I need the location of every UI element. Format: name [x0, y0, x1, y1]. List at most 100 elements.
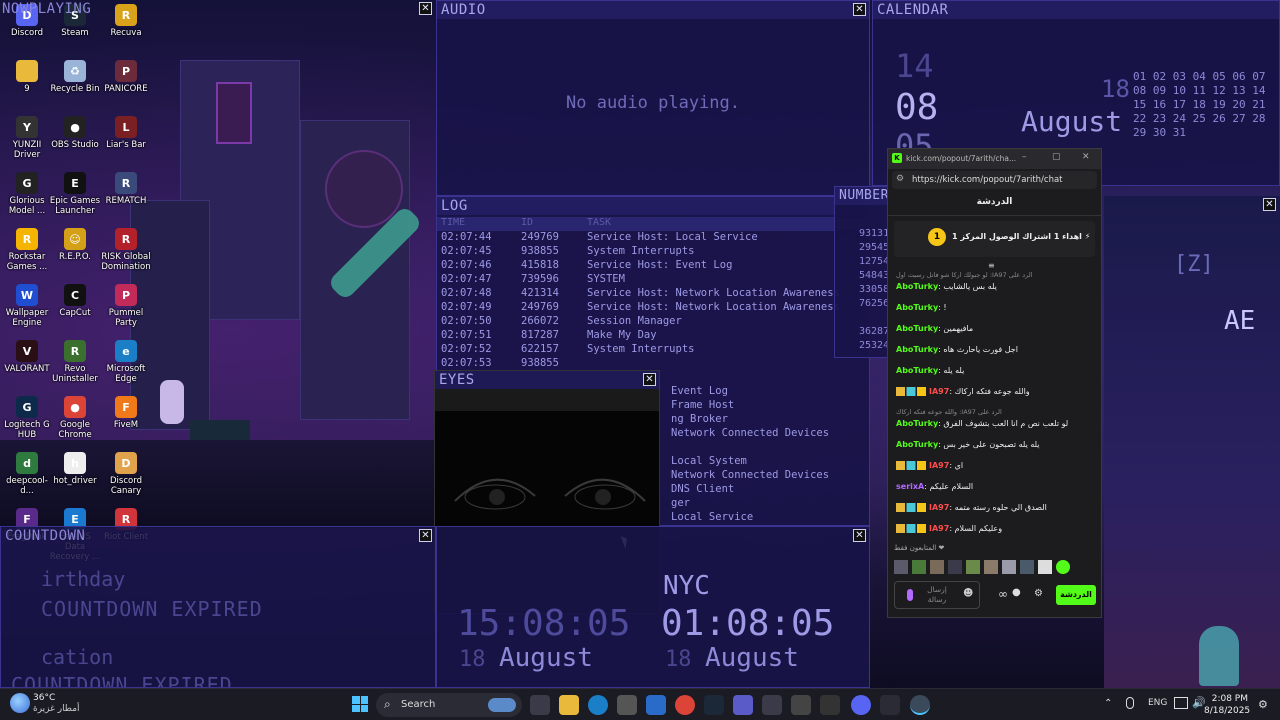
chat-username[interactable]: IA97: [929, 524, 949, 533]
close-icon[interactable]: ✕: [419, 2, 432, 15]
close-icon[interactable]: ✕: [853, 529, 866, 542]
desktop-icon[interactable]: E Epic Games Launcher: [48, 172, 102, 216]
menu-icon[interactable]: ≡: [988, 261, 995, 270]
desktop-icon[interactable]: F FiveM: [99, 396, 153, 430]
avatar[interactable]: [966, 560, 980, 574]
minimize-icon[interactable]: –: [1022, 152, 1027, 162]
desktop-icon[interactable]: d deepcool-d...: [0, 452, 54, 496]
chat-message[interactable]: serixA: السلام عليكم: [896, 482, 1093, 491]
chat-message[interactable]: AboTurky: اجل فورت ياحارث هاه: [896, 345, 1093, 354]
taskbar-date[interactable]: 8/18/2025: [1204, 706, 1250, 716]
notifications-icon[interactable]: ⚙: [1258, 698, 1268, 711]
desktop-icon[interactable]: ☺ R.E.P.O.: [48, 228, 102, 262]
chat-message[interactable]: AboTurky: يله يله تصبحون على خير بس: [896, 440, 1093, 449]
active-app-icon[interactable]: [910, 695, 930, 715]
pinned-message[interactable]: 1 اهداء 1 اشتراك الوصول المركز 1 ⚡: [894, 221, 1095, 257]
close-icon[interactable]: ✕: [419, 529, 432, 542]
microphone-icon[interactable]: [1126, 697, 1134, 709]
avatar[interactable]: [912, 560, 926, 574]
chat-message[interactable]: IA97: والله جوعه فتكه اركاك: [896, 387, 1093, 396]
close-icon[interactable]: ✕: [643, 373, 656, 386]
desktop-icon[interactable]: D Discord Canary: [99, 452, 153, 496]
chrome-icon[interactable]: [675, 695, 695, 715]
desktop-icon[interactable]: R REMATCH: [99, 172, 153, 206]
desktop-icon[interactable]: R Rockstar Games ...: [0, 228, 54, 272]
store-icon[interactable]: [762, 695, 782, 715]
chat-message[interactable]: AboTurky: مافيهمين: [896, 324, 1093, 333]
avatar[interactable]: [1002, 560, 1016, 574]
desktop-icon[interactable]: G Logitech G HUB: [0, 396, 54, 440]
language-indicator[interactable]: ENG: [1148, 698, 1167, 708]
desktop-icon[interactable]: L Liar's Bar: [99, 116, 153, 150]
avatar[interactable]: [1056, 560, 1070, 574]
chat-reply-context[interactable]: الرد على IA97: والله جوعه فتكه اركاك: [896, 408, 1093, 416]
desktop-icon[interactable]: W Wallpaper Engine: [0, 284, 54, 328]
outlook-icon[interactable]: [646, 695, 666, 715]
desktop-icon[interactable]: V VALORANT: [0, 340, 54, 374]
desktop-icon[interactable]: C CapCut: [48, 284, 102, 318]
desktop-icon[interactable]: R Revo Uninstaller: [48, 340, 102, 384]
avatar[interactable]: [894, 560, 908, 574]
search-box[interactable]: ⌕ Search: [376, 693, 522, 717]
chat-username[interactable]: IA97: [929, 503, 949, 512]
maximize-icon[interactable]: ▢: [1052, 152, 1061, 162]
desktop-icon[interactable]: ● OBS Studio: [48, 116, 102, 150]
chat-reply-context[interactable]: الرد على IA97: لو جبولك ارکا شو فاتل رسی…: [896, 271, 1093, 279]
start-button[interactable]: [352, 696, 368, 712]
desktop-icon[interactable]: ♻ Recycle Bin: [48, 60, 102, 94]
chat-username[interactable]: AboTurky: [896, 366, 938, 375]
chat-message[interactable]: AboTurky: يله بس يالشايب: [896, 282, 1093, 291]
settings-icon[interactable]: ⚙: [1034, 588, 1043, 599]
network-icon[interactable]: [1174, 697, 1188, 709]
chat-username[interactable]: AboTurky: [896, 282, 938, 291]
chevron-up-icon[interactable]: ⌃: [1104, 698, 1112, 709]
weather-icon[interactable]: [10, 693, 30, 713]
task-view-icon[interactable]: [530, 695, 550, 715]
emoji-icon[interactable]: ☻: [963, 588, 973, 599]
desktop-icon[interactable]: R RISK Global Domination: [99, 228, 153, 272]
avatar[interactable]: [984, 560, 998, 574]
points-icon[interactable]: ●: [1012, 587, 1021, 598]
close-icon[interactable]: ✕: [1082, 152, 1090, 162]
chat-username[interactable]: IA97: [929, 387, 949, 396]
url-bar[interactable]: ⚙ https://kick.com/popout/7arith/chat: [892, 171, 1097, 189]
terminal-icon[interactable]: [820, 695, 840, 715]
desktop-icon[interactable]: P PANICORE: [99, 60, 153, 94]
back-icon[interactable]: [880, 695, 900, 715]
close-icon[interactable]: ✕: [1263, 198, 1276, 211]
chat-username[interactable]: AboTurky: [896, 419, 938, 428]
chat-message[interactable]: AboTurky: لو تلعب نص م انا العب بتشوف ال…: [896, 419, 1093, 428]
weather-temp[interactable]: 36°C: [33, 693, 55, 703]
chat-username[interactable]: AboTurky: [896, 345, 938, 354]
desktop-icon[interactable]: ● Google Chrome: [48, 396, 102, 440]
avatar[interactable]: [1038, 560, 1052, 574]
chat-message[interactable]: IA97: وعليكم السلام: [896, 524, 1093, 533]
infinity-icon[interactable]: ∞: [998, 587, 1008, 601]
desktop-icon[interactable]: Y YUNZII Driver: [0, 116, 54, 160]
app-icon[interactable]: [791, 695, 811, 715]
desktop-icon[interactable]: G Glorious Model ...: [0, 172, 54, 216]
close-icon[interactable]: ✕: [853, 3, 866, 16]
message-input[interactable]: إرسال رسالة ☻: [894, 581, 980, 609]
discord-icon[interactable]: [851, 695, 871, 715]
teams-icon[interactable]: [733, 695, 753, 715]
avatar[interactable]: [930, 560, 944, 574]
chat-username[interactable]: AboTurky: [896, 324, 938, 333]
chat-username[interactable]: serixA: [896, 482, 924, 491]
avatar[interactable]: [948, 560, 962, 574]
avatar[interactable]: [1020, 560, 1034, 574]
file-explorer-icon[interactable]: [559, 695, 579, 715]
microphone-icon[interactable]: [907, 589, 913, 601]
chat-message[interactable]: IA97: اي: [896, 461, 1093, 470]
edge-icon[interactable]: [588, 695, 608, 715]
chat-message[interactable]: AboTurky: يله يله: [896, 366, 1093, 375]
desktop-icon[interactable]: 9: [0, 60, 54, 94]
desktop-icon[interactable]: e Microsoft Edge: [99, 340, 153, 384]
steam-icon[interactable]: [704, 695, 724, 715]
chat-username[interactable]: AboTurky: [896, 440, 938, 449]
taskbar-time[interactable]: 2:08 PM: [1208, 694, 1248, 704]
site-settings-icon[interactable]: ⚙: [896, 174, 904, 184]
desktop-icon[interactable]: h hot_driver: [48, 452, 102, 486]
chat-username[interactable]: AboTurky: [896, 303, 938, 312]
app-icon[interactable]: [617, 695, 637, 715]
